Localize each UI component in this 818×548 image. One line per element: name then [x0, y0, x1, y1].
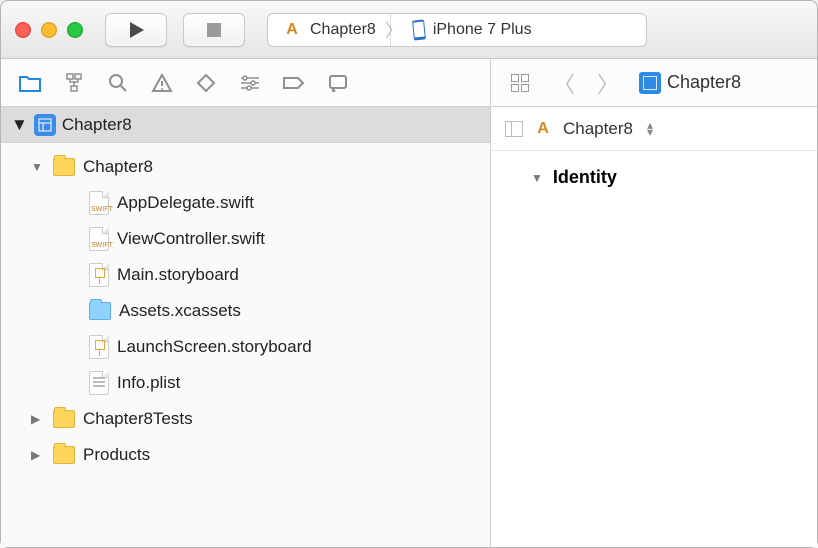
disclosure-triangle-icon[interactable]: ▼ — [531, 171, 543, 185]
swift-file-icon: SWIFT — [89, 191, 109, 215]
plist-file-icon — [89, 371, 109, 395]
stepper-icon[interactable]: ▴▾ — [647, 122, 653, 136]
xcode-project-icon — [34, 114, 56, 136]
storyboard-file-icon — [89, 335, 109, 359]
group-label: Products — [83, 445, 150, 465]
source-control-navigator-tab[interactable] — [55, 64, 93, 102]
scheme-target-label: Chapter8 — [310, 21, 376, 39]
file-row[interactable]: SWIFT AppDelegate.swift — [1, 185, 490, 221]
file-row[interactable]: SWIFT ViewController.swift — [1, 221, 490, 257]
project-navigator-tab[interactable] — [11, 64, 49, 102]
file-label: ViewController.swift — [117, 229, 265, 249]
group-row[interactable]: ▼ Chapter8 — [1, 149, 490, 185]
window-body: ▼ Chapter8 ▼ Chapter8 SWIFT AppDelegate.… — [1, 59, 817, 547]
app-target-icon: A — [282, 20, 302, 40]
editor-path-bar: 〈 〉 Chapter8 — [491, 59, 817, 107]
file-label: LaunchScreen.storyboard — [117, 337, 312, 357]
navigator-tabs — [1, 59, 490, 107]
jump-bar-label: Chapter8 — [563, 119, 633, 139]
section-header[interactable]: ▼ Identity — [531, 167, 817, 188]
swift-file-icon: SWIFT — [89, 227, 109, 251]
file-label: Main.storyboard — [117, 265, 239, 285]
file-row[interactable]: Main.storyboard — [1, 257, 490, 293]
group-row[interactable]: ▶ Products — [1, 437, 490, 473]
find-navigator-tab[interactable] — [99, 64, 137, 102]
file-row[interactable]: LaunchScreen.storyboard — [1, 329, 490, 365]
project-blueprint-icon — [639, 72, 661, 94]
project-root-label: Chapter8 — [62, 115, 132, 135]
xcode-window: A Chapter8 〉 iPhone 7 Plus — [0, 0, 818, 548]
folder-icon — [53, 410, 75, 428]
disclosure-triangle-icon[interactable]: ▼ — [31, 160, 45, 174]
folder-icon — [53, 158, 75, 176]
breadcrumb-label: Chapter8 — [667, 72, 741, 93]
folder-icon — [53, 446, 75, 464]
outline-toggle-icon[interactable] — [505, 121, 523, 137]
close-window-button[interactable] — [15, 22, 31, 38]
file-row[interactable]: Assets.xcassets — [1, 293, 490, 329]
app-target-icon: A — [533, 119, 553, 139]
file-label: Info.plist — [117, 373, 180, 393]
scheme-destination[interactable]: iPhone 7 Plus — [399, 14, 546, 46]
editor-breadcrumb[interactable]: Chapter8 — [639, 72, 741, 94]
go-forward-button[interactable]: 〉 — [589, 64, 627, 102]
group-label: Chapter8Tests — [83, 409, 193, 429]
identity-section: ▼ Identity — [491, 151, 817, 188]
scheme-device-label: iPhone 7 Plus — [433, 21, 532, 39]
disclosure-triangle-icon[interactable]: ▶ — [31, 412, 45, 426]
section-title: Identity — [553, 167, 617, 188]
navigator-pane: ▼ Chapter8 ▼ Chapter8 SWIFT AppDelegate.… — [1, 59, 491, 547]
storyboard-file-icon — [89, 263, 109, 287]
titlebar: A Chapter8 〉 iPhone 7 Plus — [1, 1, 817, 59]
group-row[interactable]: ▶ Chapter8Tests — [1, 401, 490, 437]
breakpoint-navigator-tab[interactable] — [275, 64, 313, 102]
device-icon — [412, 19, 426, 40]
run-button[interactable] — [105, 13, 167, 47]
file-label: AppDelegate.swift — [117, 193, 254, 213]
asset-catalog-icon — [89, 302, 111, 320]
window-controls — [15, 22, 83, 38]
zoom-window-button[interactable] — [67, 22, 83, 38]
grid-icon — [511, 74, 529, 92]
jump-bar[interactable]: A Chapter8 ▴▾ — [491, 107, 817, 151]
report-navigator-tab[interactable] — [319, 64, 357, 102]
related-items-button[interactable] — [501, 64, 539, 102]
project-tree: ▼ Chapter8 SWIFT AppDelegate.swift SWIFT… — [1, 143, 490, 485]
test-navigator-tab[interactable] — [187, 64, 225, 102]
stop-button[interactable] — [183, 13, 245, 47]
disclosure-triangle-icon[interactable]: ▶ — [31, 448, 45, 462]
scheme-target[interactable]: A Chapter8 — [268, 14, 391, 46]
file-label: Assets.xcassets — [119, 301, 241, 321]
issue-navigator-tab[interactable] — [143, 64, 181, 102]
scheme-selector[interactable]: A Chapter8 〉 iPhone 7 Plus — [267, 13, 647, 47]
editor-pane: 〈 〉 Chapter8 A Chapter8 ▴▾ ▼ Identity — [491, 59, 817, 547]
file-row[interactable]: Info.plist — [1, 365, 490, 401]
go-back-button[interactable]: 〈 — [545, 64, 583, 102]
disclosure-triangle-icon[interactable]: ▼ — [11, 115, 28, 135]
minimize-window-button[interactable] — [41, 22, 57, 38]
project-root-row[interactable]: ▼ Chapter8 — [1, 107, 490, 143]
debug-navigator-tab[interactable] — [231, 64, 269, 102]
group-label: Chapter8 — [83, 157, 153, 177]
